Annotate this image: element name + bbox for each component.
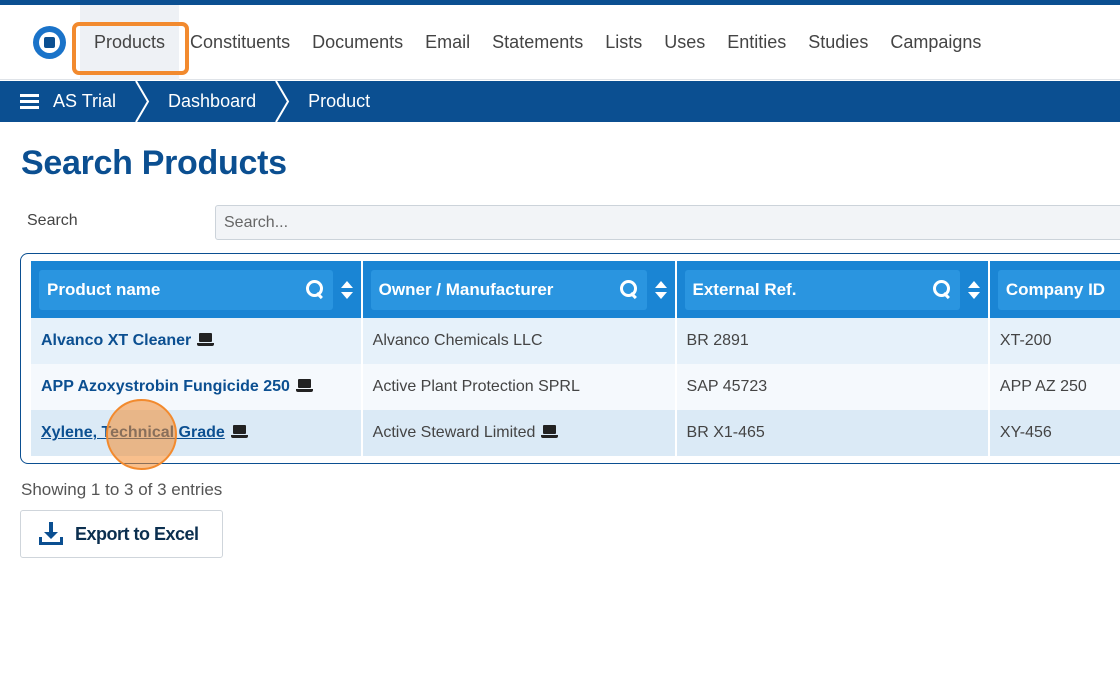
nav-item-studies[interactable]: Studies xyxy=(797,5,879,80)
table-row[interactable]: APP Azoxystrobin Fungicide 250 Active Pl… xyxy=(31,364,1120,410)
cell-owner: Active Plant Protection SPRL xyxy=(361,364,677,410)
laptop-icon xyxy=(541,425,559,438)
cell-external-ref: BR X1-465 xyxy=(675,410,990,456)
breadcrumb-label: Dashboard xyxy=(168,91,257,111)
sort-icon[interactable] xyxy=(654,280,667,299)
chevron-right-icon xyxy=(275,81,290,122)
search-label: Search xyxy=(27,212,78,229)
cell-product-name: Alvanco XT Cleaner xyxy=(31,318,363,364)
cell-owner: Active Steward Limited xyxy=(361,410,677,456)
nav-item-statements[interactable]: Statements xyxy=(481,5,594,80)
breadcrumb-label: Product xyxy=(308,91,371,111)
cell-product-name: APP Azoxystrobin Fungicide 250 xyxy=(31,364,363,410)
breadcrumb-label: AS Trial xyxy=(53,91,117,111)
search-icon[interactable] xyxy=(619,280,639,299)
column-header-product-name[interactable]: Product name xyxy=(31,261,363,318)
column-header-external-ref[interactable]: External Ref. xyxy=(675,261,990,318)
breadcrumb-item-product[interactable]: Product xyxy=(290,81,388,122)
search-icon[interactable] xyxy=(305,280,325,299)
search-icon[interactable] xyxy=(932,280,952,299)
laptop-icon xyxy=(230,425,248,438)
search-input[interactable] xyxy=(215,205,1120,240)
cell-product-name: Xylene, Technical Grade xyxy=(31,410,363,456)
export-label: Export to Excel xyxy=(75,523,199,544)
products-table: Product name Owner / Manufacturer Extern… xyxy=(31,261,1120,456)
nav-item-lists[interactable]: Lists xyxy=(594,5,653,80)
cell-external-ref: SAP 45723 xyxy=(675,364,990,410)
table-row[interactable]: Alvanco XT Cleaner Alvanco Chemicals LLC… xyxy=(31,318,1120,364)
cell-company-id: XY-456 xyxy=(988,410,1120,456)
products-table-container: Product name Owner / Manufacturer Extern… xyxy=(20,253,1120,464)
page-title: Search Products xyxy=(21,144,287,182)
column-label: Product name xyxy=(47,279,161,299)
menu-icon[interactable] xyxy=(20,94,39,109)
column-label: Company ID xyxy=(1005,279,1106,299)
breadcrumb-item-trial[interactable]: AS Trial xyxy=(0,81,134,122)
nav-item-email[interactable]: Email xyxy=(414,5,481,80)
top-navigation: Products Constituents Documents Email St… xyxy=(0,5,1120,80)
product-link[interactable]: APP Azoxystrobin Fungicide 250 xyxy=(41,378,290,395)
sort-icon[interactable] xyxy=(967,280,980,299)
app-logo-icon[interactable] xyxy=(33,26,66,59)
chevron-right-icon xyxy=(135,81,150,122)
column-header-company-id[interactable]: Company ID xyxy=(988,261,1120,318)
cell-external-ref: BR 2891 xyxy=(675,318,990,364)
cell-company-id: APP AZ 250 xyxy=(988,364,1120,410)
nav-item-products[interactable]: Products xyxy=(80,5,180,80)
entries-info: Showing 1 to 3 of 3 entries xyxy=(21,480,223,499)
product-link[interactable]: Alvanco XT Cleaner xyxy=(41,332,191,349)
breadcrumb-item-dashboard[interactable]: Dashboard xyxy=(150,81,274,122)
column-label: External Ref. xyxy=(692,279,797,299)
laptop-icon xyxy=(197,333,215,346)
nav-items: Products Constituents Documents Email St… xyxy=(80,5,992,80)
nav-item-documents[interactable]: Documents xyxy=(301,5,414,80)
cell-company-id: XT-200 xyxy=(988,318,1120,364)
download-icon xyxy=(39,522,63,546)
column-label: Owner / Manufacturer xyxy=(378,279,554,299)
owner-text: Active Steward Limited xyxy=(372,424,536,441)
column-header-owner[interactable]: Owner / Manufacturer xyxy=(361,261,677,318)
export-to-excel-button[interactable]: Export to Excel xyxy=(20,510,223,558)
laptop-icon xyxy=(295,379,313,392)
nav-item-entities[interactable]: Entities xyxy=(716,5,797,80)
cell-owner: Alvanco Chemicals LLC xyxy=(361,318,677,364)
nav-item-uses[interactable]: Uses xyxy=(653,5,716,80)
breadcrumb: AS Trial Dashboard Product xyxy=(0,81,1120,122)
table-row[interactable]: Xylene, Technical Grade Active Steward L… xyxy=(31,410,1120,456)
nav-item-campaigns[interactable]: Campaigns xyxy=(879,5,992,80)
nav-item-constituents[interactable]: Constituents xyxy=(179,5,301,80)
product-link[interactable]: Xylene, Technical Grade xyxy=(41,424,225,441)
sort-icon[interactable] xyxy=(340,280,353,299)
